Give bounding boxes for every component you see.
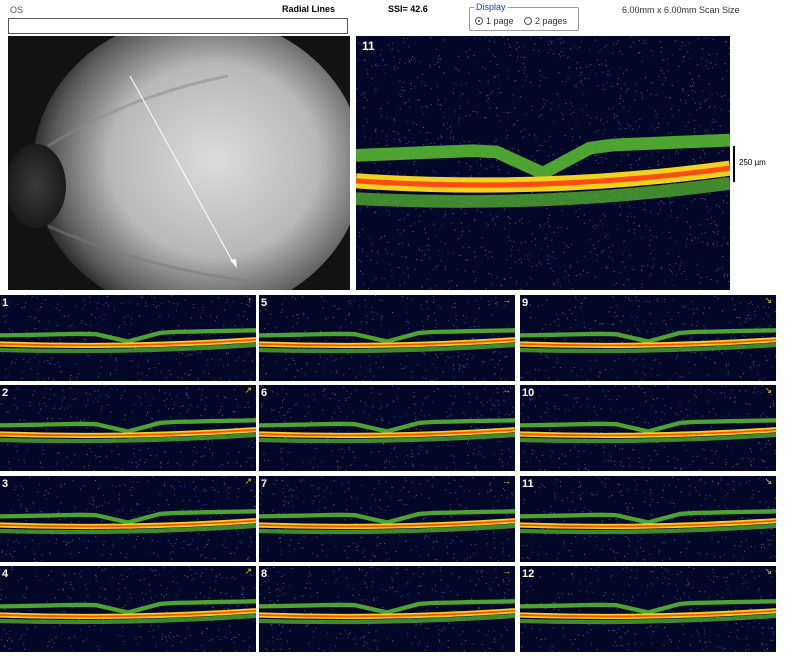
thumbnail-number: 8 <box>261 568 268 580</box>
thumbnail-number: 9 <box>522 297 529 309</box>
bscan-image <box>259 385 515 471</box>
thumbnail-number: 11 <box>522 478 534 490</box>
eye-label: OS <box>10 5 24 15</box>
fundus-image <box>8 36 350 290</box>
bscan-image <box>520 295 776 381</box>
thumbnail-number: 10 <box>522 387 535 399</box>
bscan-image <box>0 295 256 381</box>
bscan-thumbnail[interactable]: 11 ↘ <box>520 476 776 562</box>
orientation-arrow-icon: → <box>502 566 511 576</box>
bscan-image <box>0 566 256 652</box>
bscan-thumbnail[interactable]: 9 ↘ <box>520 295 776 381</box>
orientation-arrow-icon: ↗ <box>244 476 252 486</box>
display-2-pages-radio[interactable]: 2 pages <box>524 16 567 26</box>
orientation-arrow-icon: ↘ <box>764 566 772 576</box>
orientation-arrow-icon: ↘ <box>764 295 772 305</box>
thumbnail-number: 12 <box>522 568 535 580</box>
thumbnail-number: 5 <box>261 297 268 309</box>
orientation-arrow-icon: ↑ <box>247 295 253 305</box>
bscan-image <box>520 476 776 562</box>
main-bscan-image <box>356 36 730 290</box>
bscan-image <box>259 566 515 652</box>
display-option-label: 1 page <box>486 16 514 26</box>
protocol-label: Radial Lines <box>282 4 336 14</box>
thumbnail-number: 2 <box>2 387 9 399</box>
thumbnail-number: 7 <box>261 478 268 490</box>
bscan-image <box>259 476 515 562</box>
scale-bar-label: 250 µm <box>739 158 766 167</box>
bscan-image <box>0 476 256 562</box>
orientation-arrow-icon: → <box>502 476 511 486</box>
scale-bar <box>733 146 735 182</box>
bscan-thumbnail[interactable]: 1 ↑ <box>0 295 256 381</box>
main-scan-number: 11 <box>362 39 375 53</box>
bscan-image <box>520 566 776 652</box>
bscan-thumbnail[interactable]: 7 → <box>259 476 515 562</box>
thumbnail-number: 1 <box>2 297 9 309</box>
bscan-image <box>520 385 776 471</box>
scan-size-label: 6.00mm x 6.00mm Scan Size <box>622 5 740 15</box>
display-option-label: 2 pages <box>535 16 568 26</box>
bscan-thumbnail[interactable]: 3 ↗ <box>0 476 256 562</box>
bscan-image <box>259 295 515 381</box>
bscan-thumbnail[interactable]: 2 ↗ <box>0 385 256 471</box>
bscan-thumbnail[interactable]: 10 ↘ <box>520 385 776 471</box>
orientation-arrow-icon: ↘ <box>764 476 772 486</box>
orientation-arrow-icon: ↘ <box>764 385 772 395</box>
thumbnail-number: 3 <box>2 478 9 490</box>
optic-disc <box>8 144 66 228</box>
ssi-label: SSI= 42.6 <box>388 4 428 14</box>
orientation-arrow-icon: ↗ <box>244 566 252 576</box>
thumbnail-number: 6 <box>261 387 268 399</box>
orientation-arrow-icon: ↗ <box>244 385 252 395</box>
bscan-thumbnail[interactable]: 8 → <box>259 566 515 652</box>
bscan-thumbnail[interactable]: 12 ↘ <box>520 566 776 652</box>
bscan-thumbnail[interactable]: 5 → <box>259 295 515 381</box>
radio-unselected-icon <box>524 17 532 25</box>
bscan-thumbnail[interactable]: 4 ↗ <box>0 566 256 652</box>
orientation-arrow-icon: → <box>502 295 511 305</box>
display-1-page-radio[interactable]: 1 page <box>475 16 514 26</box>
thumbnail-number: 4 <box>2 568 9 580</box>
display-options: Display 1 page 2 pages <box>469 2 579 31</box>
display-legend: Display <box>474 2 508 12</box>
orientation-arrow-icon: → <box>502 385 511 395</box>
bscan-image <box>0 385 256 471</box>
bscan-thumbnail[interactable]: 6 → <box>259 385 515 471</box>
radio-selected-icon <box>475 17 483 25</box>
header-strip <box>8 18 348 34</box>
